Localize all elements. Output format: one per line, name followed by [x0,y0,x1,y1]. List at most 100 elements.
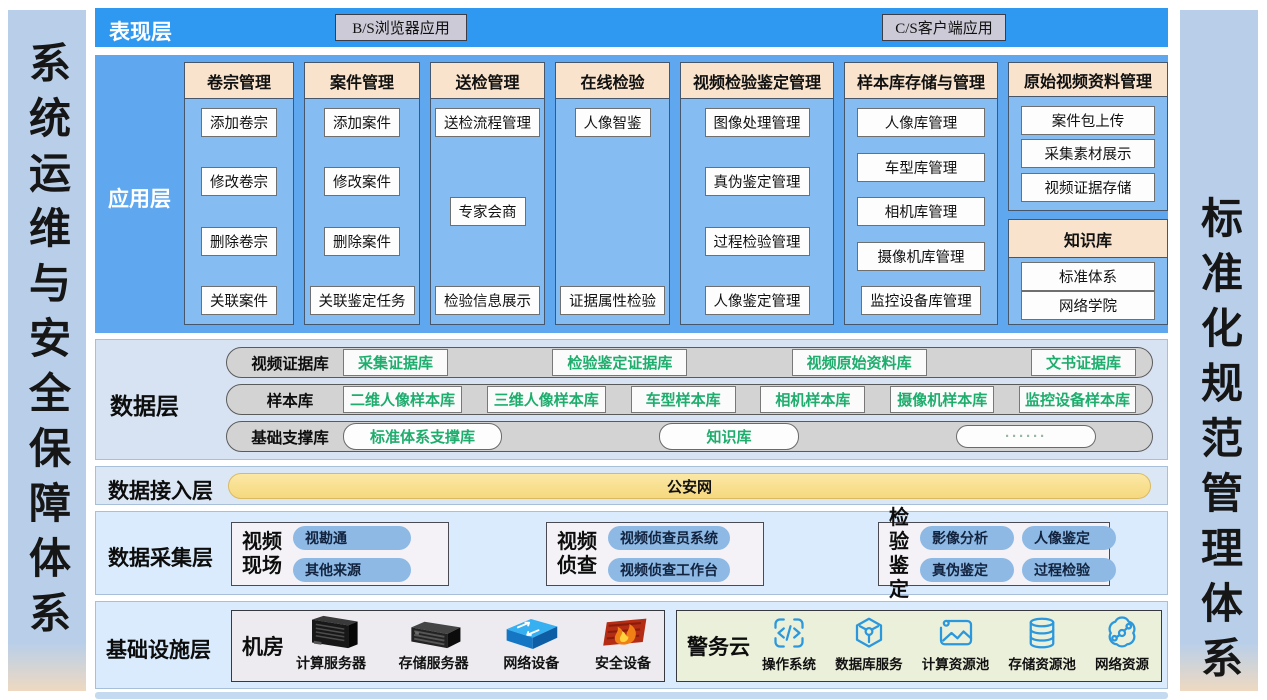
group-label-line: 侦查 [557,554,597,578]
presentation-layer-band: 表现层 B/S浏览器应用 C/S客户端应用 [95,8,1168,47]
db-box: 检验鉴定证据库 [552,349,687,376]
public-security-network-bar: 公安网 [228,473,1151,499]
row-label: 基础支撑库 [237,426,343,448]
app-item: 标准体系 [1021,262,1155,291]
source-pill: 视频侦查工作台 [608,558,730,582]
left-pillar-text: 系统运维与安全保障体系 [17,41,78,646]
right-pillar: 标准化规范管理体系 [1180,10,1258,691]
data-layer-label: 数据层 [110,387,179,421]
app-item: 人像库管理 [857,108,985,137]
collection-layer-label: 数据采集层 [108,542,213,572]
app-item: 真伪鉴定管理 [705,167,810,196]
base-support-db-row: 基础支撑库 标准体系支撑库 知识库 ······ [226,421,1153,452]
data-layer-band: 数据层 视频证据库 采集证据库 检验鉴定证据库 视频原始资料库 文书证据库 样本… [95,339,1168,460]
left-pillar: 系统运维与安全保障体系 [8,10,86,691]
app-item: 添加案件 [324,108,400,137]
app-item: 摄像机库管理 [857,242,985,271]
source-pill: 人像鉴定 [1022,526,1116,550]
db-box: 摄像机样本库 [890,386,994,413]
server-room-label: 机房 [242,631,284,661]
storage-server-icon [403,617,465,651]
group-label-line: 鉴定 [889,554,909,602]
column-online-inspection: 在线检验 人像智鉴 证据属性检验 [555,62,670,325]
bottom-accent-strip [95,692,1168,699]
database-service-icon [851,615,887,651]
cloud-caption: 计算资源池 [922,653,990,673]
column-header: 案件管理 [305,63,419,99]
column-header: 原始视频资料管理 [1009,63,1167,97]
column-header: 卷宗管理 [185,63,293,99]
source-pill: 影像分析 [920,526,1014,550]
security-device-item: 安全设备 [594,615,652,673]
app-item: 送检流程管理 [435,108,540,137]
app-item: 人像鉴定管理 [705,286,810,315]
bs-browser-app-box: B/S浏览器应用 [335,14,467,41]
sample-library-row: 样本库 二维人像样本库 三维人像样本库 车型样本库 相机样本库 摄像机样本库 监… [226,384,1153,415]
access-layer-band: 数据接入层 公安网 [95,466,1168,505]
column-sample-library-management: 样本库存储与管理 人像库管理 车型库管理 相机库管理 摄像机库管理 监控设备库管… [844,62,998,325]
column-original-video-material: 原始视频资料管理 案件包上传 采集素材展示 视频证据存储 知识库 标准体系 网络… [1008,62,1168,325]
db-box: 监控设备样本库 [1019,386,1136,413]
network-resource-item: 网络资源 [1095,615,1149,673]
app-item: 人像智鉴 [575,108,651,137]
db-box: 采集证据库 [343,349,448,376]
app-item: 证据属性检验 [560,286,665,315]
os-icon [771,615,807,651]
storage-pool-item: 存储资源池 [1008,615,1076,673]
column-header: 送检管理 [431,63,544,99]
source-pill: 视频侦查员系统 [608,526,730,550]
group-label-line: 视频 [557,530,597,554]
hw-caption: 存储服务器 [399,653,469,673]
column-submission-management: 送检管理 送检流程管理 专家会商 检验信息展示 [430,62,545,325]
network-device-item: 网络设备 [501,615,561,673]
app-item: 删除案件 [324,227,400,256]
app-item: 修改案件 [324,167,400,196]
diagram-main: 表现层 B/S浏览器应用 C/S客户端应用 应用层 卷宗管理 添加卷宗 修改卷宗… [95,0,1168,700]
db-box: 三维人像样本库 [487,386,606,413]
right-pillar-text: 标准化规范管理体系 [1189,196,1250,691]
row-label: 样本库 [237,389,343,411]
group-label-line: 检验 [889,506,909,554]
hw-caption: 网络设备 [503,653,559,673]
db-box: 车型样本库 [631,386,736,413]
video-scene-group: 视频 现场 视勘通 其他来源 [231,522,449,586]
police-cloud-box: 警务云 操作系统 [676,610,1162,682]
application-layer-label: 应用层 [108,183,171,213]
firewall-icon [594,615,652,651]
app-item: 案件包上传 [1021,106,1155,135]
cloud-caption: 存储资源池 [1008,653,1076,673]
row-label: 视频证据库 [237,352,343,374]
app-item: 网络学院 [1021,291,1155,320]
os-item: 操作系统 [762,615,816,673]
app-item: 车型库管理 [857,153,985,182]
knowledge-base-subbox: 知识库 标准体系 网络学院 [1008,219,1168,325]
compute-server-item: 计算服务器 [296,613,366,673]
access-layer-label: 数据接入层 [108,475,213,505]
server-room-box: 机房 计算服务器 [231,610,665,682]
application-layer-band: 应用层 卷宗管理 添加卷宗 修改卷宗 删除卷宗 关联案件 案件管理 添加案件 [95,55,1168,333]
original-video-subbox: 原始视频资料管理 案件包上传 采集素材展示 视频证据存储 [1008,62,1168,211]
storage-server-item: 存储服务器 [399,617,469,673]
cloud-caption: 数据库服务 [835,653,903,673]
app-item: 监控设备库管理 [861,286,981,315]
hw-caption: 安全设备 [595,653,651,673]
db-box: 相机样本库 [760,386,865,413]
storage-pool-icon [1024,615,1060,651]
app-item: 删除卷宗 [201,227,277,256]
app-item: 修改卷宗 [201,167,277,196]
compute-server-icon [300,613,362,651]
collection-layer-band: 数据采集层 视频 现场 视勘通 其他来源 视频 侦查 视频侦查员系统 [95,511,1168,595]
db-pill: 知识库 [659,423,799,450]
application-columns: 卷宗管理 添加卷宗 修改卷宗 删除卷宗 关联案件 案件管理 添加案件 修改案件 … [184,62,1160,325]
app-item: 相机库管理 [857,197,985,226]
app-item: 视频证据存储 [1021,173,1155,202]
video-investigation-group: 视频 侦查 视频侦查员系统 视频侦查工作台 [546,522,764,586]
app-item: 关联案件 [201,286,277,315]
architecture-diagram: 系统运维与安全保障体系 标准化规范管理体系 表现层 B/S浏览器应用 C/S客户… [0,0,1267,700]
database-service-item: 数据库服务 [835,615,903,673]
app-item: 检验信息展示 [435,286,540,315]
cs-client-app-box: C/S客户端应用 [882,14,1006,41]
cloud-caption: 操作系统 [762,653,816,673]
column-video-inspection-management: 视频检验鉴定管理 图像处理管理 真伪鉴定管理 过程检验管理 人像鉴定管理 [680,62,834,325]
db-box: 视频原始资料库 [792,349,927,376]
